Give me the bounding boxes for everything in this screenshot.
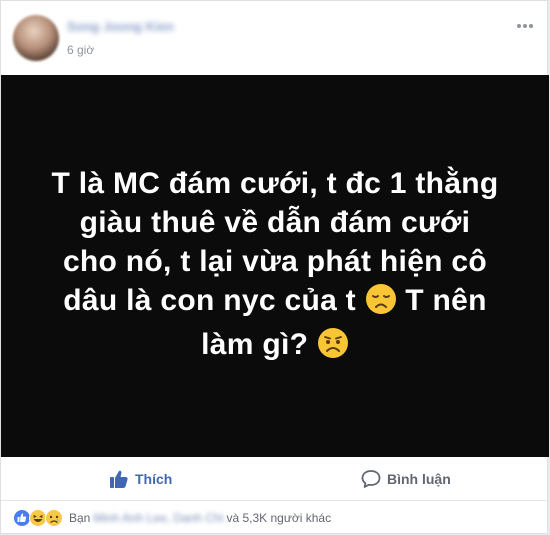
reaction-icons xyxy=(13,508,69,528)
comment-button[interactable]: Bình luận xyxy=(361,457,451,500)
post-header: Song Joong Kien 6 giờ xyxy=(1,1,549,75)
image-text-line: T là MC đám cưới, t đc 1 thằng xyxy=(51,166,499,200)
disappointed-face-icon xyxy=(365,283,397,325)
like-label: Thích xyxy=(135,470,173,487)
image-text-fragment: T nên xyxy=(405,283,487,317)
image-text-fragment: dâu là con nyc của t xyxy=(63,283,356,317)
comment-label: Bình luận xyxy=(387,470,451,487)
image-text-line: giàu thuê về dẫn đám cưới xyxy=(79,205,471,239)
more-options-icon[interactable] xyxy=(513,11,537,35)
reactions-summary[interactable]: Bạn Minh Anh Lee, Danh Chi và 5,3K người … xyxy=(1,501,549,535)
like-button[interactable]: Thích xyxy=(109,457,172,500)
image-text-fragment: làm gì? xyxy=(201,327,309,361)
reactions-names[interactable]: Minh Anh Lee, Danh Chi xyxy=(93,511,223,525)
author-avatar[interactable] xyxy=(13,15,59,61)
thumbs-up-icon xyxy=(110,470,128,488)
post-card: Song Joong Kien 6 giờ T là MC đám cưới, … xyxy=(0,0,549,535)
post-actions-bar: Thích Bình luận xyxy=(1,457,549,501)
image-text-line: làm gì? xyxy=(25,325,525,369)
post-image[interactable]: T là MC đám cưới, t đc 1 thằng giàu thuê… xyxy=(1,75,549,457)
comment-icon xyxy=(361,469,381,488)
post-timestamp[interactable]: 6 giờ xyxy=(67,43,94,57)
reactions-prefix: Bạn xyxy=(69,511,91,525)
reactions-suffix: và 5,3K người khác xyxy=(226,511,332,525)
worried-face-icon xyxy=(317,327,349,369)
post-image-text: T là MC đám cưới, t đc 1 thằng giàu thuê… xyxy=(25,164,525,369)
image-text-line: cho nó, t lại vừa phát hiện cô xyxy=(62,244,488,278)
image-text-line: dâu là con nyc của t T nên xyxy=(25,281,525,325)
author-name[interactable]: Song Joong Kien xyxy=(67,19,174,34)
sad-reaction-icon xyxy=(45,509,63,527)
